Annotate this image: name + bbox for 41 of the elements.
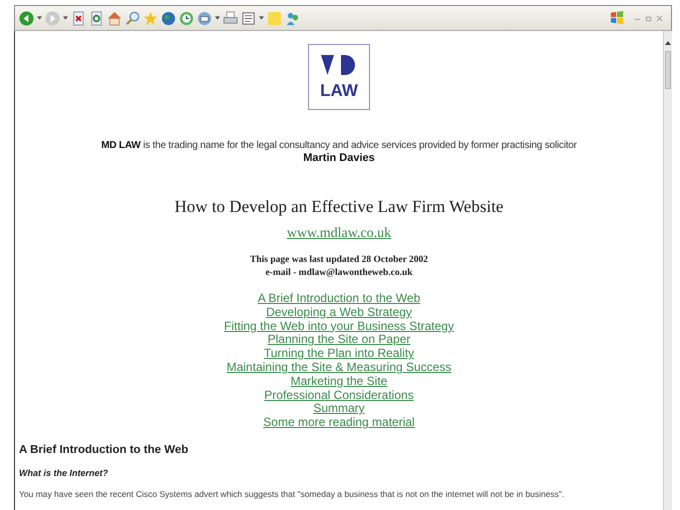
solicitor-name: Martin Davies <box>303 152 375 164</box>
body-paragraph: You may have seen the recent Cisco Systems advert which suggests that "someday a business that is not on the internet will not be in business". <box>19 488 564 499</box>
last-updated-text: This page was last updated 28 October 2002 <box>250 254 428 267</box>
section-heading: A Brief Introduction to the Web <box>19 444 188 456</box>
contents-link[interactable]: Turning the Plan into Reality <box>264 347 414 361</box>
contents-link[interactable]: Professional Considerations <box>264 388 414 402</box>
globe-icon[interactable] <box>161 10 176 26</box>
intro-text: MD LAW is the trading name for the legal consultancy and advice services provided by former practising solicitor <box>101 140 577 151</box>
subheading: What is the Internet? <box>19 468 108 478</box>
contents-link[interactable]: A Brief Introduction to the Web <box>258 292 420 306</box>
scroll-thumb[interactable] <box>665 51 671 89</box>
scrollbar[interactable] <box>663 31 672 510</box>
page-title: How to Develop an Effective Law Firm Website <box>174 197 504 217</box>
contents-link[interactable]: Planning the Site on Paper <box>268 333 410 348</box>
restore-icon[interactable] <box>645 14 652 22</box>
close-icon[interactable] <box>656 14 663 22</box>
contents-link[interactable]: Maintaining the Site & Measuring Success <box>226 360 452 375</box>
scroll-up-icon[interactable] <box>664 39 672 47</box>
contents-link[interactable]: Fitting the Web into your Business Strategy <box>224 320 454 334</box>
website-link[interactable]: www.mdlaw.co.uk <box>286 226 392 242</box>
search-icon[interactable] <box>125 10 140 26</box>
caret-icon[interactable] <box>259 16 264 20</box>
people-icon[interactable] <box>285 10 300 26</box>
document-icon[interactable] <box>241 10 256 26</box>
windows-logo-icon <box>610 11 624 25</box>
contents-link[interactable]: Some more reading material <box>263 416 415 430</box>
mail-icon[interactable] <box>197 10 212 26</box>
refresh-page-icon[interactable] <box>89 10 104 26</box>
house-icon[interactable] <box>107 10 122 26</box>
law-firm-logo: LAW <box>308 44 370 110</box>
contents-link[interactable]: Summary <box>313 402 365 416</box>
clock-icon[interactable] <box>179 10 194 26</box>
printer-icon[interactable] <box>223 10 238 26</box>
contents-link[interactable]: Developing a Web Strategy <box>266 306 412 320</box>
stop-page-icon[interactable] <box>71 10 86 26</box>
contents-link[interactable]: Marketing the Site <box>290 374 388 389</box>
caret-icon[interactable] <box>37 16 42 20</box>
caret-icon[interactable] <box>63 16 68 20</box>
caret-icon[interactable] <box>215 16 220 20</box>
email-text: e-mail - mdlaw@lawontheweb.co.uk <box>265 267 413 280</box>
star-icon[interactable] <box>143 10 158 26</box>
